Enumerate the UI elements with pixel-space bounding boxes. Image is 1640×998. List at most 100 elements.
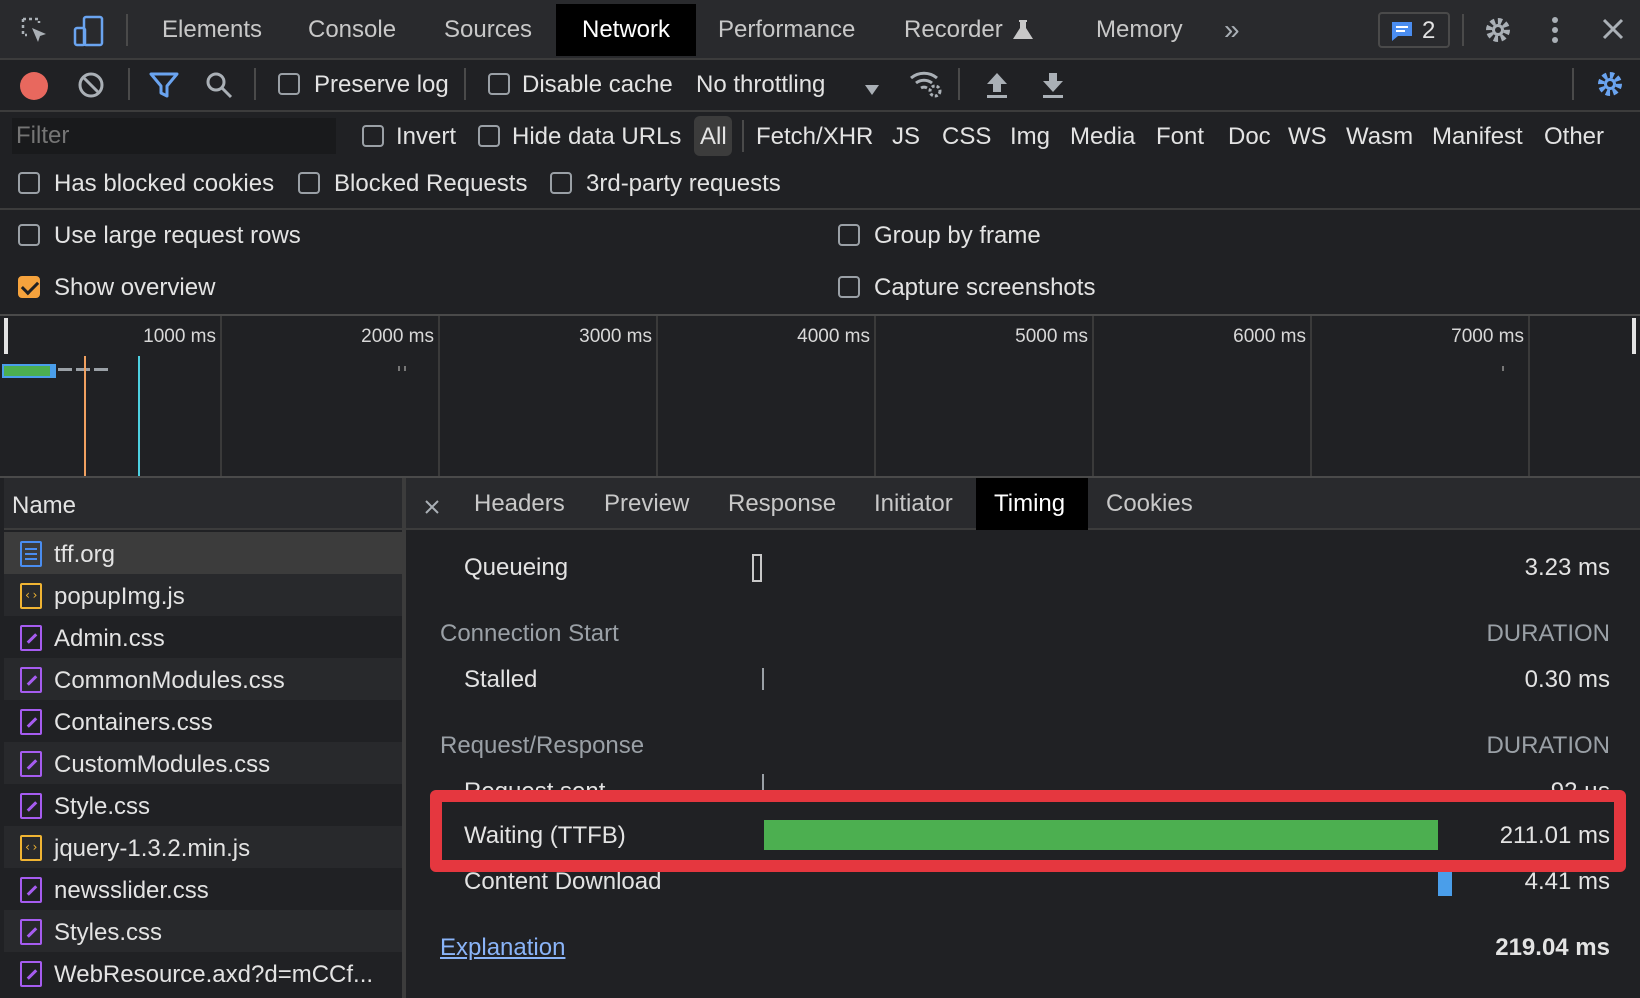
close-detail-icon[interactable] [424,494,440,514]
request-row[interactable]: CustomModules.css [4,742,402,784]
type-filter-wasm[interactable]: Wasm [1346,125,1413,149]
type-filter-font[interactable]: Font [1156,125,1204,149]
filter-input[interactable] [12,118,336,154]
request-row[interactable]: Containers.css [4,700,402,742]
request-row[interactable]: ‹› jquery-1.3.2.min.js [4,826,402,868]
type-filter-manifest[interactable]: Manifest [1432,125,1523,149]
preserve-log-checkbox[interactable] [278,73,300,95]
duration-heading-1: DURATION [1486,620,1610,647]
overview-right-handle[interactable] [1632,318,1636,354]
request-list-header[interactable]: Name [4,478,402,530]
tab-sources[interactable]: Sources [444,4,532,56]
device-toggle-icon[interactable] [72,14,106,48]
overview-left-handle[interactable] [4,318,8,354]
request-name: CommonModules.css [54,667,285,694]
queueing-value: 3.23 ms [1524,554,1610,581]
record-button[interactable] [20,72,48,100]
stalled-bar [762,668,764,690]
large-request-rows-checkbox[interactable] [18,224,40,246]
request-row[interactable]: Admin.css [4,616,402,658]
tab-console[interactable]: Console [308,4,396,56]
overview-small-mark [398,366,400,371]
third-party-requests-checkbox[interactable] [550,172,572,194]
group-by-frame-label: Group by frame [874,222,1041,249]
blocked-requests-checkbox[interactable] [298,172,320,194]
detail-tab-initiator[interactable]: Initiator [874,492,953,516]
type-filter-js[interactable]: JS [892,125,920,149]
tab-elements[interactable]: Elements [162,4,262,56]
overview-small-mark [1502,366,1504,371]
type-filter-fetch-xhr[interactable]: Fetch/XHR [756,125,873,149]
overview-tick-7000: 7000 ms [1451,326,1524,347]
search-icon[interactable] [204,70,234,100]
detail-tab-preview[interactable]: Preview [604,492,689,516]
inspect-element-icon[interactable] [20,16,50,46]
disable-cache-checkbox[interactable] [488,73,510,95]
request-name: Admin.css [54,625,165,652]
type-filter-other[interactable]: Other [1544,125,1604,149]
request-response-heading: Request/Response [440,732,645,759]
network-conditions-icon[interactable] [908,66,944,100]
filter-icon[interactable] [148,70,180,100]
queueing-label: Queueing [464,554,569,581]
type-filter-img[interactable]: Img [1010,125,1050,149]
request-row[interactable]: CommonModules.css [4,658,402,700]
issues-badge[interactable]: 2 [1378,12,1450,48]
request-row[interactable]: WebResource.axd?d=mCCf... [4,952,402,994]
detail-tab-response[interactable]: Response [728,492,836,516]
explanation-link[interactable]: Explanation [440,936,565,960]
kebab-menu-icon[interactable] [1548,14,1562,46]
request-name: CustomModules.css [54,751,271,778]
large-request-rows-label: Use large request rows [54,222,301,249]
overview-request-bar-ttfb [4,366,50,376]
tab-recorder[interactable]: Recorder [904,4,1003,56]
request-name: tff.org [54,541,115,568]
stylesheet-file-icon [20,751,42,777]
group-by-frame-checkbox[interactable] [838,224,860,246]
has-blocked-cookies-label: Has blocked cookies [54,170,275,197]
clear-icon[interactable] [76,70,106,100]
request-row[interactable]: Style.css [4,784,402,826]
overview-tick-3000: 3000 ms [579,326,652,347]
request-name: Styles.css [54,919,163,946]
type-filter-all[interactable]: All [694,116,732,156]
tab-network[interactable]: Network [556,4,696,56]
export-har-icon[interactable] [1040,70,1066,100]
tab-memory[interactable]: Memory [1096,4,1183,56]
overview-tick-5000: 5000 ms [1015,326,1088,347]
close-devtools-icon[interactable] [1602,18,1624,40]
content-download-row: Content Download 4.41 ms [406,872,1640,900]
detail-tab-timing[interactable]: Timing [976,478,1088,530]
has-blocked-cookies-checkbox[interactable] [18,172,40,194]
hide-data-urls-checkbox[interactable] [478,125,500,147]
more-tabs-icon[interactable]: » [1224,16,1240,44]
request-row[interactable]: tff.org [4,532,402,574]
detail-tab-headers[interactable]: Headers [474,492,565,516]
type-filter-ws[interactable]: WS [1288,125,1327,149]
detail-tab-cookies[interactable]: Cookies [1106,492,1193,516]
script-file-icon: ‹› [20,835,42,861]
overview-tick-2000: 2000 ms [361,326,434,347]
network-settings-gear-icon[interactable] [1594,68,1626,100]
invert-label: Invert [396,123,457,150]
throttling-select[interactable]: No throttling [696,73,825,97]
type-filter-css[interactable]: CSS [942,125,991,149]
type-filter-media[interactable]: Media [1070,125,1135,149]
import-har-icon[interactable] [984,70,1010,100]
request-row[interactable]: Styles.css [4,910,402,952]
request-row[interactable]: newsslider.css [4,868,402,910]
request-row[interactable]: ‹› popupImg.js [4,574,402,616]
stylesheet-file-icon [20,793,42,819]
content-download-value: 4.41 ms [1524,872,1610,895]
third-party-requests-label: 3rd-party requests [586,170,781,197]
settings-gear-icon[interactable] [1482,14,1514,46]
tab-performance[interactable]: Performance [718,4,855,56]
content-download-label: Content Download [464,872,662,895]
capture-screenshots-checkbox[interactable] [838,276,860,298]
connection-start-heading: Connection Start [440,620,619,647]
invert-checkbox[interactable] [362,125,384,147]
capture-screenshots-label: Capture screenshots [874,274,1096,301]
type-filter-doc[interactable]: Doc [1228,125,1271,149]
chevron-down-icon[interactable] [864,76,880,95]
show-overview-checkbox[interactable] [18,276,40,298]
